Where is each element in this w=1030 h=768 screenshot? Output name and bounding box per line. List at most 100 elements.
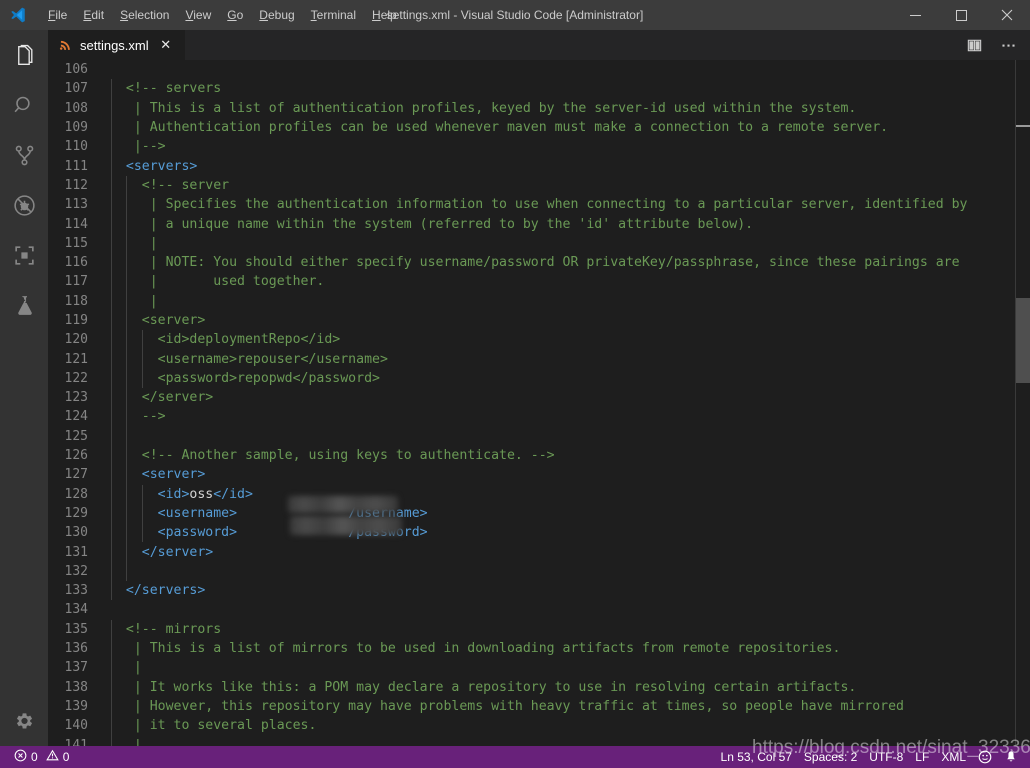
- code-line[interactable]: 119 <server>: [48, 311, 1030, 330]
- sidebar-item-search[interactable]: [0, 80, 48, 130]
- scrollbar-thumb[interactable]: [1016, 298, 1030, 383]
- code-line-text: | NOTE: You should either specify userna…: [110, 255, 960, 271]
- warning-triangle-icon: [45, 749, 59, 765]
- workbench-body: settings.xml ✕ 106 107 <!-- servers 108 …: [0, 30, 1030, 746]
- menu-view[interactable]: View: [177, 4, 219, 26]
- code-line[interactable]: 111 <servers>: [48, 156, 1030, 175]
- code-line[interactable]: 112 <!-- server: [48, 176, 1030, 195]
- code-line[interactable]: 123 </server>: [48, 388, 1030, 407]
- error-circle-icon: [14, 749, 27, 765]
- smiley-icon[interactable]: [972, 746, 998, 768]
- line-number: 112: [64, 177, 88, 193]
- sidebar-item-test[interactable]: [0, 280, 48, 330]
- code-line[interactable]: 120 <id>deploymentRepo</id>: [48, 330, 1030, 349]
- close-button[interactable]: [984, 0, 1030, 30]
- menu-go[interactable]: Go: [219, 4, 251, 26]
- code-line[interactable]: 127 <server>: [48, 465, 1030, 484]
- minimize-button[interactable]: [892, 0, 938, 30]
- scrollbar-change-marker: [1016, 125, 1030, 127]
- close-icon[interactable]: ✕: [157, 36, 175, 54]
- status-indentation[interactable]: Spaces: 2: [798, 746, 863, 768]
- code-line[interactable]: 137 |: [48, 658, 1030, 677]
- code-line[interactable]: 125: [48, 427, 1030, 446]
- sidebar-item-extensions[interactable]: [0, 230, 48, 280]
- menu-file[interactable]: File: [40, 4, 75, 26]
- code-line[interactable]: 122 <password>repopwd</password>: [48, 369, 1030, 388]
- code-line[interactable]: 121 <username>repouser</username>: [48, 349, 1030, 368]
- menu-bar[interactable]: File Edit Selection View Go Debug Termin…: [36, 0, 405, 30]
- split-editor-icon[interactable]: [960, 31, 988, 59]
- code-line-text: |: [110, 235, 158, 251]
- tab-bar: settings.xml ✕: [48, 30, 1030, 60]
- editor-vertical-scrollbar[interactable]: [1016, 60, 1030, 746]
- code-lines[interactable]: 106 107 <!-- servers 108 | This is a list …: [48, 60, 1030, 746]
- code-line[interactable]: 134: [48, 600, 1030, 619]
- code-line[interactable]: 126 <!-- Another sample, using keys to a…: [48, 446, 1030, 465]
- warning-count: 0: [62, 750, 70, 764]
- code-line[interactable]: 117 | used together.: [48, 272, 1030, 291]
- line-number: 106: [64, 62, 88, 78]
- menu-terminal[interactable]: Terminal: [303, 4, 364, 26]
- code-line-text: | Specifies the authentication informati…: [110, 197, 968, 213]
- code-line[interactable]: 124 -->: [48, 407, 1030, 426]
- code-line[interactable]: 129 <username> /username>: [48, 504, 1030, 523]
- code-line[interactable]: 138 | It works like this: a POM may decl…: [48, 678, 1030, 697]
- window-controls: [892, 0, 1030, 30]
- code-line[interactable]: 139 | However, this repository may have …: [48, 697, 1030, 716]
- status-language-mode[interactable]: XML: [935, 746, 972, 768]
- code-line[interactable]: 128 <id>oss</id>: [48, 485, 1030, 504]
- code-line[interactable]: 130 <password> /password>: [48, 523, 1030, 542]
- code-line-text: | used together.: [110, 274, 325, 290]
- code-line[interactable]: 116 | NOTE: You should either specify us…: [48, 253, 1030, 272]
- code-line[interactable]: 133 </servers>: [48, 581, 1030, 600]
- line-number: 116: [64, 255, 88, 271]
- status-cursor-position[interactable]: Ln 53, Col 57: [715, 746, 798, 768]
- vscode-window: File Edit Selection View Go Debug Termin…: [0, 0, 1030, 768]
- sidebar-item-run-and-debug[interactable]: [0, 180, 48, 230]
- code-line[interactable]: 140 | it to several places.: [48, 716, 1030, 735]
- code-line[interactable]: 131 </server>: [48, 542, 1030, 561]
- code-editor[interactable]: 106 107 <!-- servers 108 | This is a list …: [48, 60, 1030, 746]
- code-line[interactable]: 141 |: [48, 735, 1030, 746]
- menu-help[interactable]: Help: [364, 4, 405, 26]
- code-line[interactable]: 118 |: [48, 292, 1030, 311]
- line-number: 123: [64, 390, 88, 406]
- code-line[interactable]: 108 | This is a list of authentication p…: [48, 99, 1030, 118]
- sidebar-item-source-control[interactable]: [0, 130, 48, 180]
- status-encoding[interactable]: UTF-8: [863, 746, 909, 768]
- line-number: 140: [64, 718, 88, 734]
- code-line[interactable]: 114 | a unique name within the system (r…: [48, 214, 1030, 233]
- code-line[interactable]: 115 |: [48, 234, 1030, 253]
- code-line[interactable]: 135 <!-- mirrors: [48, 620, 1030, 639]
- code-line[interactable]: 109 | Authentication profiles can be use…: [48, 118, 1030, 137]
- status-eol[interactable]: LF: [909, 746, 935, 768]
- code-line[interactable]: 107 <!-- servers: [48, 79, 1030, 98]
- menu-debug[interactable]: Debug: [251, 4, 302, 26]
- status-problems[interactable]: 0 0: [8, 746, 75, 768]
- line-number: 109: [64, 120, 88, 136]
- menu-selection[interactable]: Selection: [112, 4, 177, 26]
- title-bar: File Edit Selection View Go Debug Termin…: [0, 0, 1030, 30]
- sidebar-item-explorer[interactable]: [0, 30, 48, 80]
- line-number: 137: [64, 660, 88, 676]
- code-line[interactable]: 136 | This is a list of mirrors to be us…: [48, 639, 1030, 658]
- code-line[interactable]: 106: [48, 60, 1030, 79]
- code-line[interactable]: 110 |-->: [48, 137, 1030, 156]
- gear-icon[interactable]: [0, 694, 48, 746]
- indent-guide: [110, 79, 112, 601]
- code-line-text: <id>oss</id>: [110, 486, 253, 502]
- bell-icon[interactable]: [998, 746, 1024, 768]
- line-number: 141: [64, 737, 88, 746]
- line-number: 114: [64, 216, 88, 232]
- tab-settings-xml[interactable]: settings.xml ✕: [48, 30, 186, 60]
- code-line[interactable]: 113 | Specifies the authentication infor…: [48, 195, 1030, 214]
- menu-edit[interactable]: Edit: [75, 4, 112, 26]
- code-line-text: <!-- Another sample, using keys to authe…: [110, 448, 555, 464]
- line-number: 121: [64, 351, 88, 367]
- code-line[interactable]: 132: [48, 562, 1030, 581]
- tab-label: settings.xml: [80, 37, 149, 53]
- ellipsis-icon[interactable]: [994, 31, 1022, 59]
- tab-bar-filler: [185, 30, 960, 60]
- maximize-button[interactable]: [938, 0, 984, 30]
- code-line-text: <server>: [110, 467, 206, 483]
